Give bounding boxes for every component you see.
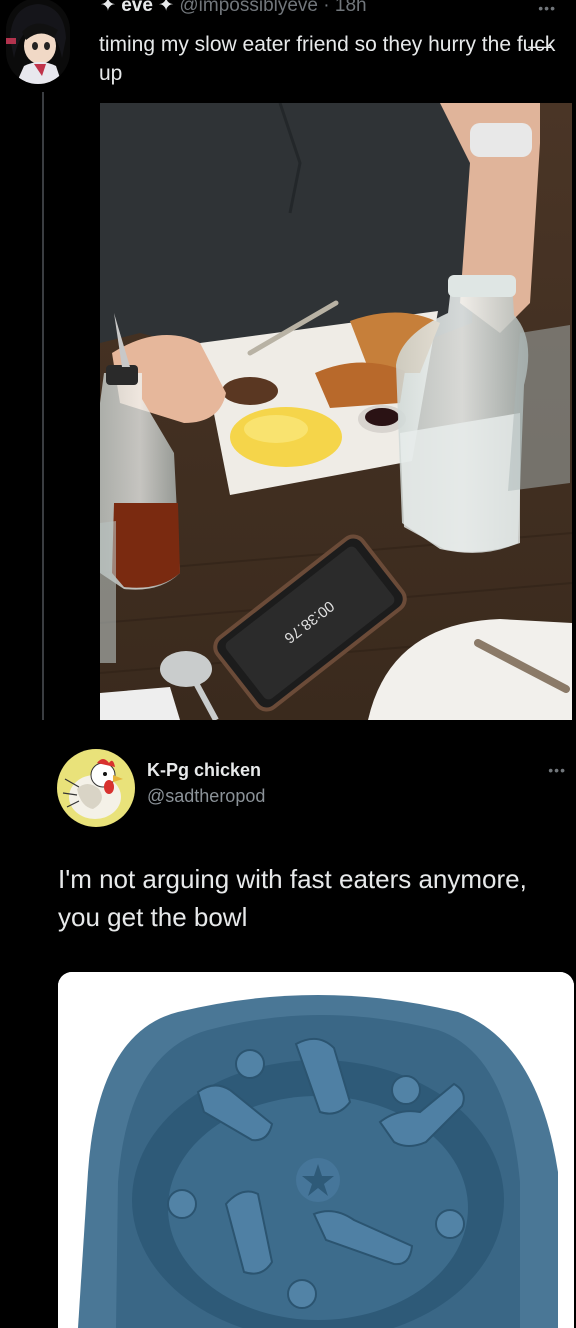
- more-options-icon[interactable]: •••: [548, 762, 566, 778]
- restaurant-table-photo: 00:38.76: [100, 103, 572, 720]
- tweet-text: timing my slow eater friend so they hurr…: [99, 33, 556, 85]
- display-name[interactable]: ✦ eve ✦: [100, 0, 174, 16]
- thread-connector-line: [42, 92, 44, 720]
- avatar[interactable]: [6, 0, 70, 84]
- timestamp[interactable]: 18h: [335, 0, 367, 16]
- chicken-avatar-image: [57, 749, 135, 827]
- tweet-header: ✦ eve ✦ @impossiblyeve · 18h: [100, 0, 367, 18]
- tweet-photo[interactable]: [58, 972, 574, 1328]
- display-name[interactable]: K-Pg chicken: [147, 760, 261, 781]
- tweet-photo[interactable]: 00:38.76: [100, 103, 572, 720]
- avatar[interactable]: [57, 749, 135, 827]
- tweet-text: I'm not arguing with fast eaters anymore…: [58, 864, 527, 932]
- slow-feeder-bowl-photo: [58, 972, 574, 1328]
- more-options-icon[interactable]: •••: [538, 0, 556, 16]
- user-handle[interactable]: @impossiblyeve: [179, 0, 318, 16]
- user-handle[interactable]: @sadtheropod: [147, 786, 265, 807]
- anime-avatar-image: [6, 0, 70, 84]
- time-separator: ·: [323, 0, 330, 16]
